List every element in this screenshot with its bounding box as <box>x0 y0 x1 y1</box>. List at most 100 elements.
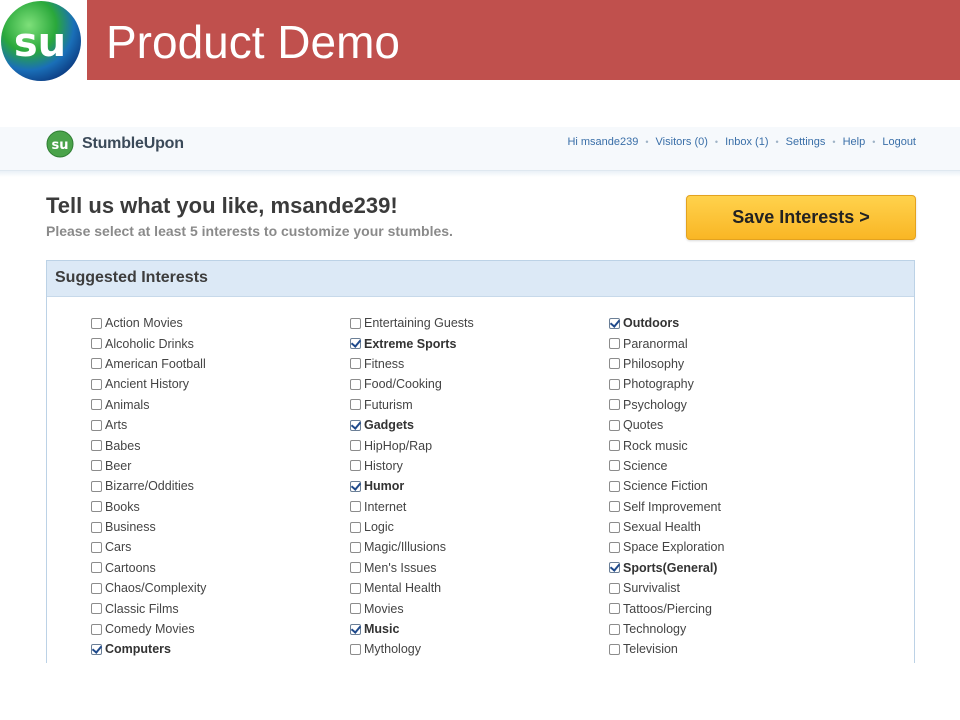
interest-item[interactable]: Magic/Illusions <box>350 537 474 557</box>
checkbox[interactable] <box>350 399 361 411</box>
checkbox[interactable] <box>91 338 102 350</box>
checkbox-checked[interactable] <box>609 317 620 329</box>
checkbox[interactable] <box>350 501 361 513</box>
interest-item[interactable]: Mental Health <box>350 578 474 598</box>
save-interests-button[interactable]: Save Interests > <box>686 195 916 240</box>
nav-settings[interactable]: Settings <box>786 136 826 148</box>
interest-item[interactable]: Self Improvement <box>609 497 724 517</box>
checkbox[interactable] <box>350 460 361 472</box>
checkbox[interactable] <box>91 440 102 452</box>
interest-item[interactable]: Sports(General) <box>609 558 724 578</box>
nav-inbox[interactable]: Inbox (1) <box>725 136 768 148</box>
checkbox[interactable] <box>91 358 102 370</box>
interest-item[interactable]: HipHop/Rap <box>350 435 474 455</box>
interest-item[interactable]: Logic <box>350 517 474 537</box>
checkbox[interactable] <box>91 460 102 472</box>
nav-logout[interactable]: Logout <box>882 136 916 148</box>
checkbox[interactable] <box>609 480 620 492</box>
interest-item[interactable]: Paranormal <box>609 333 724 353</box>
checkbox[interactable] <box>91 399 102 411</box>
interest-item[interactable]: Books <box>91 497 206 517</box>
interest-item[interactable]: Bizarre/Oddities <box>91 476 206 496</box>
interest-item[interactable]: Business <box>91 517 206 537</box>
interest-item[interactable]: Tattoos/Piercing <box>609 598 724 618</box>
checkbox[interactable] <box>350 643 361 655</box>
checkbox[interactable] <box>91 501 102 513</box>
checkbox[interactable] <box>91 480 102 492</box>
interest-item[interactable]: Extreme Sports <box>350 333 474 353</box>
checkbox[interactable] <box>350 521 361 533</box>
checkbox[interactable] <box>91 419 102 431</box>
checkbox[interactable] <box>350 582 361 594</box>
checkbox[interactable] <box>350 541 361 553</box>
interest-item[interactable]: Space Exploration <box>609 537 724 557</box>
checkbox[interactable] <box>350 562 361 574</box>
interest-item[interactable]: Survivalist <box>609 578 724 598</box>
interest-item[interactable]: History <box>350 456 474 476</box>
checkbox[interactable] <box>609 623 620 635</box>
interest-item[interactable]: Futurism <box>350 395 474 415</box>
checkbox-checked[interactable] <box>350 623 361 635</box>
checkbox[interactable] <box>609 582 620 594</box>
interest-item[interactable]: American Football <box>91 354 206 374</box>
interest-item[interactable]: Animals <box>91 395 206 415</box>
interest-item[interactable]: Rock music <box>609 435 724 455</box>
checkbox[interactable] <box>350 603 361 615</box>
interest-item[interactable]: Music <box>350 619 474 639</box>
checkbox[interactable] <box>609 541 620 553</box>
interest-item[interactable]: Men's Issues <box>350 558 474 578</box>
checkbox-checked[interactable] <box>350 419 361 431</box>
checkbox[interactable] <box>350 317 361 329</box>
checkbox[interactable] <box>609 399 620 411</box>
interest-item[interactable]: Mythology <box>350 639 474 659</box>
interest-item[interactable]: Photography <box>609 374 724 394</box>
checkbox[interactable] <box>609 338 620 350</box>
nav-visitors[interactable]: Visitors (0) <box>656 136 708 148</box>
checkbox-checked[interactable] <box>609 562 620 574</box>
checkbox[interactable] <box>91 521 102 533</box>
checkbox[interactable] <box>91 378 102 390</box>
interest-item[interactable]: Technology <box>609 619 724 639</box>
interest-item[interactable]: Philosophy <box>609 354 724 374</box>
checkbox[interactable] <box>609 419 620 431</box>
interest-item[interactable]: Entertaining Guests <box>350 313 474 333</box>
interest-item[interactable]: Computers <box>91 639 206 659</box>
checkbox[interactable] <box>609 521 620 533</box>
checkbox[interactable] <box>609 460 620 472</box>
checkbox-checked[interactable] <box>91 643 102 655</box>
interest-item[interactable]: Action Movies <box>91 313 206 333</box>
interest-item[interactable]: Chaos/Complexity <box>91 578 206 598</box>
interest-item[interactable]: Alcoholic Drinks <box>91 333 206 353</box>
interest-item[interactable]: Beer <box>91 456 206 476</box>
interest-item[interactable]: Quotes <box>609 415 724 435</box>
interest-item[interactable]: Humor <box>350 476 474 496</box>
checkbox[interactable] <box>91 623 102 635</box>
interest-item[interactable]: Psychology <box>609 395 724 415</box>
checkbox[interactable] <box>350 378 361 390</box>
interest-item[interactable]: Cartoons <box>91 558 206 578</box>
nav-help[interactable]: Help <box>843 136 866 148</box>
checkbox[interactable] <box>609 358 620 370</box>
interest-item[interactable]: Classic Films <box>91 598 206 618</box>
nav-greeting[interactable]: Hi msande239 <box>567 136 638 148</box>
interest-item[interactable]: Cars <box>91 537 206 557</box>
interest-item[interactable]: Babes <box>91 435 206 455</box>
checkbox[interactable] <box>91 317 102 329</box>
interest-item[interactable]: Food/Cooking <box>350 374 474 394</box>
interest-item[interactable]: Movies <box>350 598 474 618</box>
checkbox[interactable] <box>609 501 620 513</box>
interest-item[interactable]: Fitness <box>350 354 474 374</box>
checkbox[interactable] <box>609 643 620 655</box>
checkbox[interactable] <box>91 562 102 574</box>
interest-item[interactable]: Arts <box>91 415 206 435</box>
checkbox-checked[interactable] <box>350 480 361 492</box>
interest-item[interactable]: Science Fiction <box>609 476 724 496</box>
checkbox[interactable] <box>609 603 620 615</box>
interest-item[interactable]: Science <box>609 456 724 476</box>
checkbox[interactable] <box>350 358 361 370</box>
checkbox-checked[interactable] <box>350 338 361 350</box>
interest-item[interactable]: Ancient History <box>91 374 206 394</box>
interest-item[interactable]: Internet <box>350 497 474 517</box>
interest-item[interactable]: Gadgets <box>350 415 474 435</box>
checkbox[interactable] <box>91 541 102 553</box>
